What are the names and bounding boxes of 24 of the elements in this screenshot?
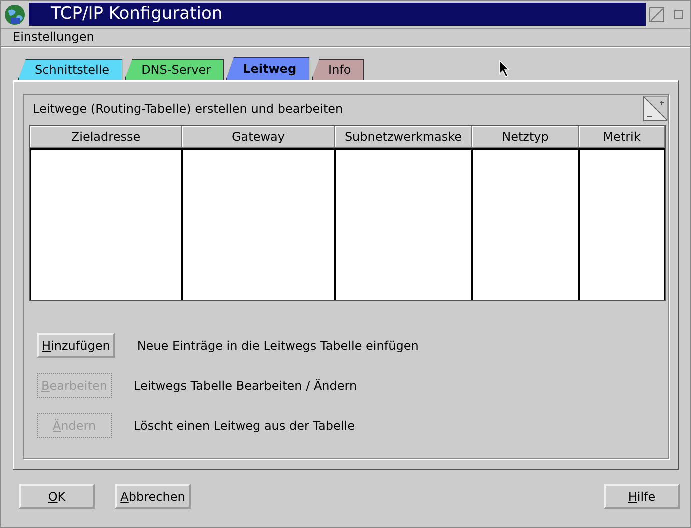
action-description: Löscht einen Leitweg aus der Tabelle bbox=[134, 418, 355, 432]
dialog-button[interactable]: Abbrechen bbox=[115, 484, 191, 509]
minimize-icon[interactable] bbox=[673, 8, 685, 20]
column-header[interactable]: Netztyp bbox=[472, 126, 579, 148]
maximize-icon[interactable] bbox=[649, 6, 665, 22]
help-button[interactable]: Hilfe bbox=[604, 484, 680, 509]
mouse-pointer-icon bbox=[499, 60, 511, 78]
column-header[interactable]: Metrik bbox=[579, 126, 665, 148]
window-title: TCP/IP Konfiguration bbox=[29, 3, 646, 26]
column-header[interactable]: Gateway bbox=[182, 126, 335, 148]
action-description: Neue Einträge in die Leitwegs Tabelle einfügen bbox=[137, 338, 419, 352]
dialog-button[interactable]: OK bbox=[19, 484, 95, 509]
action-description: Leitwegs Tabelle Bearbeiten / Ändern bbox=[134, 378, 358, 392]
globe-icon bbox=[4, 4, 26, 26]
column-header[interactable]: Zieladresse bbox=[30, 126, 182, 148]
page-corner-icon[interactable] bbox=[643, 96, 669, 122]
tab[interactable]: Info bbox=[312, 59, 364, 80]
tab[interactable]: DNS-Server bbox=[124, 59, 224, 80]
tab[interactable]: Schnittstelle bbox=[18, 59, 123, 80]
menu-item[interactable]: Einstellungen bbox=[13, 30, 94, 44]
tab[interactable]: Leitweg bbox=[226, 57, 310, 80]
group-title: Leitwege (Routing-Tabelle) erstellen und bearbeiten bbox=[32, 102, 344, 116]
column-header[interactable]: Subnetzwerkmaske bbox=[335, 126, 472, 148]
action-button[interactable]: Hinzufügen bbox=[37, 333, 116, 358]
